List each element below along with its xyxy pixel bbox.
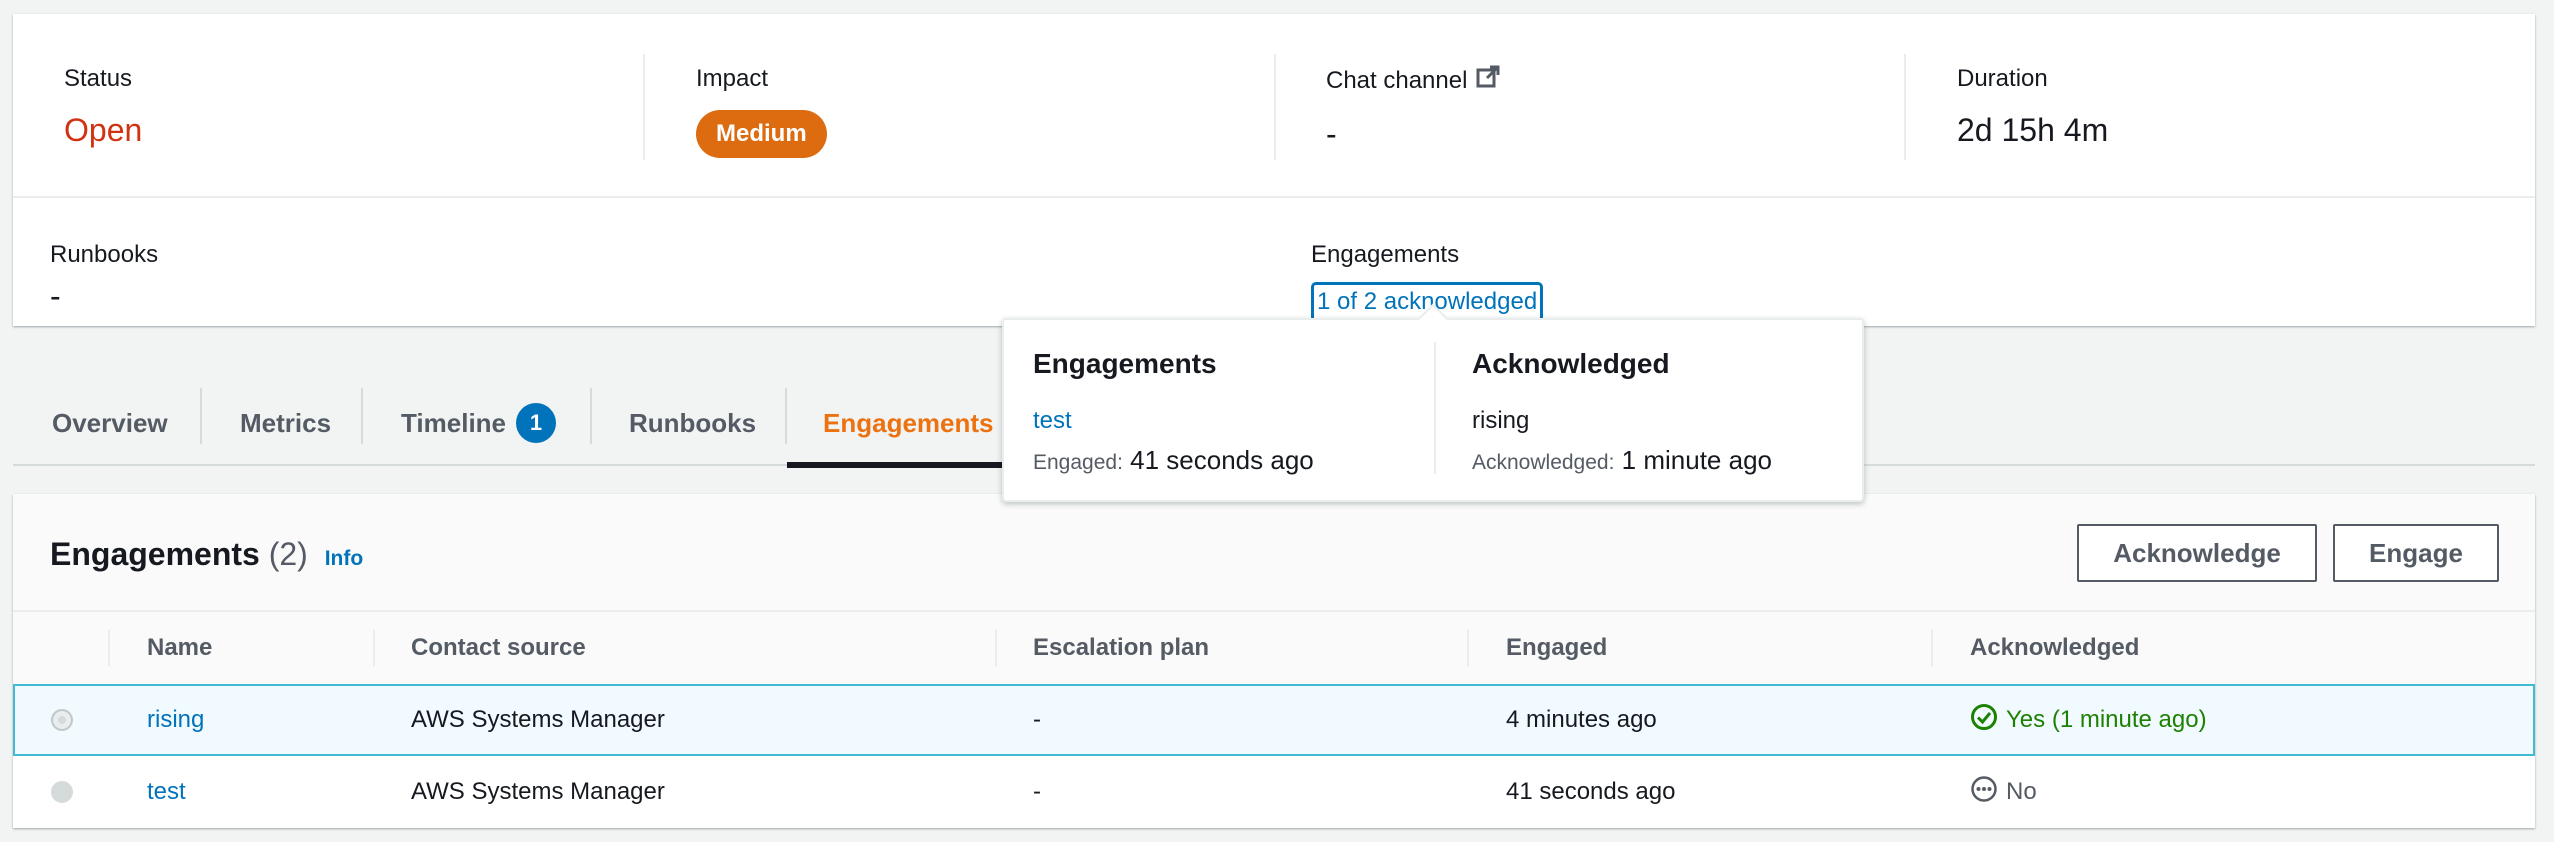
- chat-channel-label: Chat channel: [1326, 64, 1501, 98]
- engagements-table-panel: Engagements (2) Info Acknowledge Engage …: [13, 494, 2535, 828]
- status-value: Open: [64, 112, 143, 148]
- check-circle-icon: [1970, 703, 1998, 738]
- duration-label: Duration: [1957, 65, 2048, 92]
- column-header-escalation-plan[interactable]: Escalation plan: [1033, 612, 1209, 684]
- popover-engagements-title: Engagements: [1033, 348, 1217, 379]
- column-header-acknowledged[interactable]: Acknowledged: [1970, 612, 2139, 684]
- active-tab-indicator: [787, 462, 1017, 468]
- acknowledge-button[interactable]: Acknowledge: [2077, 524, 2317, 582]
- popover-acknowledged-title: Acknowledged: [1472, 348, 1670, 379]
- row-escalation-plan: -: [1033, 778, 1041, 805]
- status-section: Status Open: [64, 14, 142, 198]
- tab-overview[interactable]: Overview: [52, 380, 168, 466]
- external-link-icon[interactable]: [1475, 64, 1501, 98]
- row-escalation-plan: -: [1033, 706, 1041, 733]
- timeline-count-badge: 1: [516, 403, 557, 443]
- tab-engagements[interactable]: Engagements: [823, 380, 994, 466]
- table-row[interactable]: test AWS Systems Manager - 41 seconds ag…: [13, 756, 2535, 828]
- runbooks-section: Runbooks -: [50, 200, 158, 384]
- tab-runbooks[interactable]: Runbooks: [629, 380, 756, 466]
- popover-engagements-column: Engagements test Engaged: 41 seconds ago: [1033, 346, 1314, 479]
- row-name-link[interactable]: rising: [147, 686, 204, 754]
- table-header-bar: Engagements (2) Info Acknowledge Engage: [13, 494, 2535, 612]
- popover-acknowledged-column: Acknowledged rising Acknowledged: 1 minu…: [1472, 346, 1772, 479]
- row-engaged: 4 minutes ago: [1506, 706, 1657, 733]
- info-link[interactable]: Info: [325, 547, 363, 570]
- engagements-label: Engagements: [1311, 241, 1460, 268]
- column-header-name[interactable]: Name: [147, 612, 212, 684]
- row-radio[interactable]: [51, 686, 73, 754]
- popover-acknowledged-time: Acknowledged: 1 minute ago: [1472, 445, 1772, 475]
- column-header-engaged[interactable]: Engaged: [1506, 612, 1607, 684]
- runbooks-value: -: [50, 278, 61, 314]
- table-column-headers: Name Contact source Escalation plan Enga…: [13, 612, 2535, 684]
- tab-timeline[interactable]: Timeline 1: [401, 380, 557, 466]
- row-contact-source: AWS Systems Manager: [411, 706, 665, 733]
- table-row[interactable]: rising AWS Systems Manager - 4 minutes a…: [13, 684, 2535, 756]
- table-title: Engagements (2) Info: [50, 536, 364, 572]
- engage-button[interactable]: Engage: [2333, 524, 2499, 582]
- incident-summary-panel: Status Open Impact Medium Chat channel -: [13, 14, 2535, 326]
- column-header-contact-source[interactable]: Contact source: [411, 612, 586, 684]
- summary-bottom-row: Runbooks - Engagements 1 of 2 acknowledg…: [13, 200, 2535, 326]
- summary-top-row: Status Open Impact Medium Chat channel -: [13, 14, 2535, 198]
- duration-section: Duration 2d 15h 4m: [1957, 14, 2108, 198]
- status-label: Status: [64, 65, 133, 92]
- row-acknowledged: Yes (1 minute ago): [1970, 686, 2207, 754]
- impact-section: Impact Medium: [696, 14, 827, 198]
- row-contact-source: AWS Systems Manager: [411, 778, 665, 805]
- row-engaged: 41 seconds ago: [1506, 778, 1676, 805]
- chat-channel-section: Chat channel -: [1326, 14, 1501, 198]
- impact-badge: Medium: [696, 110, 827, 158]
- popover-engaged-time: Engaged: 41 seconds ago: [1033, 445, 1314, 475]
- impact-label: Impact: [696, 65, 769, 92]
- row-name-link[interactable]: test: [147, 756, 186, 828]
- popover-engaged-contact-link[interactable]: test: [1033, 406, 1314, 436]
- row-radio[interactable]: [51, 756, 73, 828]
- chat-channel-value: -: [1326, 116, 1337, 152]
- pending-dots-icon: [1970, 775, 1998, 810]
- runbooks-label: Runbooks: [50, 241, 159, 268]
- engagements-popover: Engagements test Engaged: 41 seconds ago…: [1002, 303, 1864, 502]
- table-count: (2): [268, 536, 308, 572]
- popover-acknowledged-contact: rising: [1472, 407, 1530, 434]
- tab-metrics[interactable]: Metrics: [240, 380, 331, 466]
- duration-value: 2d 15h 4m: [1957, 112, 2109, 148]
- row-acknowledged: No: [1970, 756, 2037, 828]
